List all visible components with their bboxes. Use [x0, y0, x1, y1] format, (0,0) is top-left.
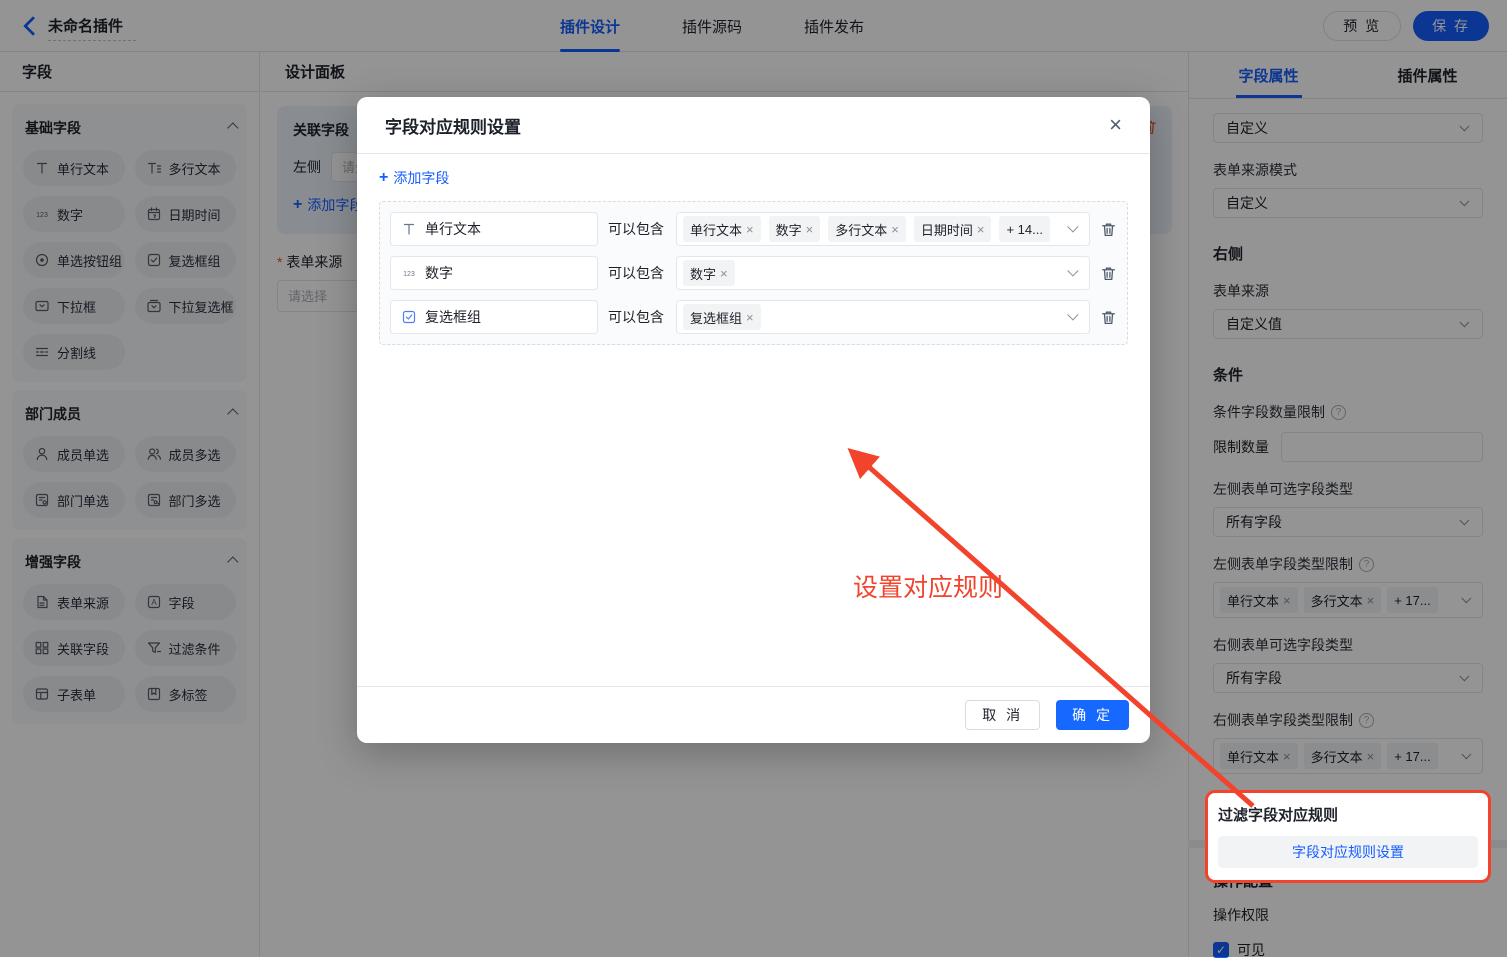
- rule-field-select[interactable]: 复选框组: [390, 300, 598, 334]
- remove-tag-icon[interactable]: ×: [746, 222, 754, 237]
- rules-container: 单行文本可以包含单行文本×数字×多行文本×日期时间×+ 14...123数字可以…: [379, 201, 1128, 345]
- rule-field-select[interactable]: 单行文本: [390, 212, 598, 246]
- remove-tag-icon[interactable]: ×: [720, 266, 728, 281]
- filter-rule-title: 过滤字段对应规则: [1218, 804, 1478, 825]
- confirm-button[interactable]: 确 定: [1056, 700, 1129, 730]
- field-type-tag: 多行文本 ×: [828, 216, 906, 242]
- rule-row: 单行文本 可以包含 单行文本 × 数字 × 多行文本 × 日期时间 × + 14...: [390, 212, 1117, 246]
- chevron-down-icon[interactable]: [1067, 221, 1078, 232]
- rule-multiselect[interactable]: 数字 ×: [676, 256, 1090, 290]
- rule-field-label: 单行文本: [425, 219, 481, 239]
- remove-tag-icon[interactable]: ×: [746, 310, 754, 325]
- rule-field-label: 复选框组: [425, 307, 481, 327]
- remove-tag-icon[interactable]: ×: [977, 222, 985, 237]
- field-type-tag: 复选框组 ×: [683, 304, 761, 330]
- field-rule-modal: 字段对应规则设置 × + 添加字段 单行文本可以包含单行文本×数字×多行文本×日…: [357, 97, 1150, 743]
- svg-text:123: 123: [403, 271, 415, 278]
- delete-rule-icon[interactable]: [1100, 309, 1117, 326]
- field-type-tag: 数字 ×: [769, 216, 821, 242]
- rule-field-select[interactable]: 123 数字: [390, 256, 598, 290]
- contain-label: 可以包含: [608, 219, 666, 239]
- tag-label: 多行文本: [835, 220, 887, 239]
- modal-add-field-link[interactable]: + 添加字段: [379, 168, 449, 188]
- remove-tag-icon[interactable]: ×: [806, 222, 814, 237]
- field-type-tag: 单行文本 ×: [683, 216, 761, 242]
- rule-row: 复选框组 可以包含 复选框组 ×: [390, 300, 1117, 334]
- tag-label: 单行文本: [690, 220, 742, 239]
- number-icon: 123: [401, 265, 417, 281]
- rule-field-label: 数字: [425, 263, 453, 283]
- field-type-tag: 日期时间 ×: [914, 216, 992, 242]
- field-type-tag: 数字 ×: [683, 260, 735, 286]
- contain-label: 可以包含: [608, 307, 666, 327]
- open-rule-settings-button[interactable]: 字段对应规则设置: [1218, 836, 1478, 868]
- close-icon[interactable]: ×: [1109, 114, 1122, 136]
- delete-rule-icon[interactable]: [1100, 265, 1117, 282]
- remove-tag-icon[interactable]: ×: [891, 222, 899, 237]
- rule-multiselect[interactable]: 复选框组 ×: [676, 300, 1090, 334]
- delete-rule-icon[interactable]: [1100, 221, 1117, 238]
- text-icon: [401, 221, 417, 237]
- checkbox-icon: [401, 309, 417, 325]
- contain-label: 可以包含: [608, 263, 666, 283]
- cancel-button[interactable]: 取 消: [965, 700, 1040, 730]
- tag-label: 数字: [776, 220, 802, 239]
- rule-multiselect[interactable]: 单行文本 × 数字 × 多行文本 × 日期时间 × + 14...: [676, 212, 1090, 246]
- tag-label: 复选框组: [690, 308, 742, 327]
- modal-title: 字段对应规则设置: [385, 113, 521, 138]
- rule-row: 123 数字 可以包含 数字 ×: [390, 256, 1117, 290]
- chevron-down-icon[interactable]: [1067, 309, 1078, 320]
- chevron-down-icon[interactable]: [1067, 265, 1078, 276]
- more-tags-chip[interactable]: + 14...: [999, 216, 1050, 242]
- tag-label: 数字: [690, 264, 716, 283]
- filter-rule-highlight: 过滤字段对应规则字段对应规则设置: [1205, 790, 1491, 883]
- tag-label: 日期时间: [921, 220, 973, 239]
- plus-icon: +: [379, 170, 388, 186]
